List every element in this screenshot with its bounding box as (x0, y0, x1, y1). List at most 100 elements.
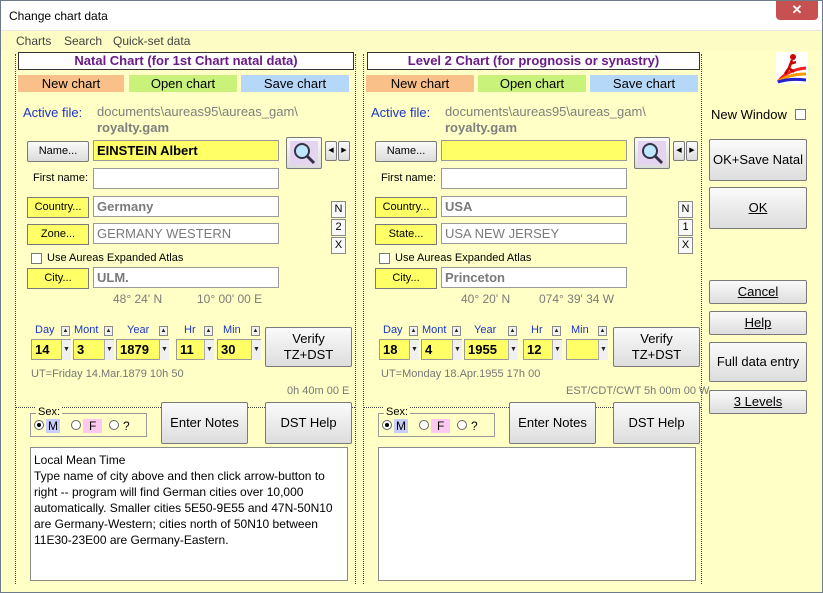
full-data-entry-button[interactable]: Full data entry (709, 342, 807, 382)
level2-search-button[interactable] (634, 137, 670, 169)
level2-minute-up-spin[interactable]: ▲ (598, 326, 607, 336)
natal-hour-dropdown[interactable]: ▼ (204, 340, 214, 360)
natal-verify-line2: TZ+DST (283, 347, 334, 362)
natal-city-button[interactable]: City... (27, 268, 89, 289)
cancel-button[interactable]: Cancel (709, 280, 807, 304)
level2-sex-label: Sex: (384, 406, 411, 418)
natal-first-name-field[interactable] (93, 168, 279, 189)
level2-day-dropdown[interactable]: ▼ (409, 340, 419, 360)
level2-country-button[interactable]: Country... (375, 197, 437, 218)
natal-notes-area[interactable]: Local Mean Time Type name of city above … (30, 447, 348, 581)
level2-new-chart-button[interactable]: New chart (366, 75, 474, 92)
ok-save-natal-button[interactable]: OK+Save Natal (709, 139, 807, 181)
menu-quick-set-data[interactable]: Quick-set data (113, 34, 190, 48)
natal-day-up-spin[interactable]: ▲ (61, 326, 70, 336)
natal-atlas-checkbox[interactable] (31, 253, 42, 264)
window-title: Change chart data (9, 9, 108, 23)
natal-name-button[interactable]: Name... (27, 141, 89, 162)
level2-notes-area[interactable] (378, 447, 696, 581)
new-window-checkbox[interactable] (795, 109, 806, 120)
level2-panel-title: Level 2 Chart (for prognosis or synastry… (367, 52, 700, 70)
level2-month-up-spin[interactable]: ▲ (452, 326, 461, 336)
level2-save-chart-button[interactable]: Save chart (590, 75, 698, 92)
menu-charts[interactable]: Charts (16, 34, 51, 48)
level2-name-field[interactable] (441, 140, 627, 161)
level2-next-arrow[interactable]: ▶ (686, 141, 698, 161)
magnifier-icon (290, 141, 318, 165)
natal-next-arrow[interactable]: ▶ (338, 141, 350, 161)
natal-day-dropdown[interactable]: ▼ (61, 340, 71, 360)
natal-city-field[interactable]: ULM. (93, 267, 279, 288)
natal-sex-m-label: M (46, 419, 60, 433)
level2-enter-notes-button[interactable]: Enter Notes (509, 402, 596, 444)
level2-name-button[interactable]: Name... (375, 141, 437, 162)
natal-year-up-spin[interactable]: ▲ (159, 326, 168, 336)
natal-dst-help-button[interactable]: DST Help (265, 402, 352, 444)
natal-latitude: 48° 24' N (113, 292, 163, 306)
natal-zone-button[interactable]: Zone... (27, 224, 89, 245)
level2-state-field[interactable]: USA NEW JERSEY (441, 223, 627, 244)
level2-hour-up-spin[interactable]: ▲ (552, 326, 561, 336)
level2-latitude: 40° 20' N (461, 292, 511, 306)
natal-sex-f-radio[interactable] (71, 420, 81, 430)
level2-open-chart-button[interactable]: Open chart (478, 75, 586, 92)
natal-name-field[interactable]: EINSTEIN Albert (93, 140, 279, 161)
natal-month-up-spin[interactable]: ▲ (104, 326, 113, 336)
menu-search[interactable]: Search (64, 34, 102, 48)
level2-state-button[interactable]: State... (375, 224, 437, 245)
help-button[interactable]: Help (709, 311, 807, 335)
natal-country-button[interactable]: Country... (27, 197, 89, 218)
level2-day-up-spin[interactable]: ▲ (409, 326, 418, 336)
natal-zone-field[interactable]: GERMANY WESTERN (93, 223, 279, 244)
level2-prev-arrow[interactable]: ◀ (673, 141, 685, 161)
natal-x-button[interactable]: X (331, 237, 346, 254)
natal-active-file-label: Active file: (23, 105, 83, 120)
divider (701, 54, 702, 584)
natal-enter-notes-button[interactable]: Enter Notes (161, 402, 248, 444)
level2-year-up-spin[interactable]: ▲ (508, 326, 517, 336)
level2-atlas-label: Use Aureas Expanded Atlas (395, 252, 532, 264)
natal-hour-up-spin[interactable]: ▲ (204, 326, 213, 336)
level2-sex-f-radio[interactable] (419, 420, 429, 430)
level2-first-name-field[interactable] (441, 168, 627, 189)
level2-minute-dropdown[interactable]: ▼ (598, 340, 608, 360)
level2-year-dropdown[interactable]: ▼ (508, 340, 518, 360)
natal-country-field[interactable]: Germany (93, 196, 279, 217)
level2-month-dropdown[interactable]: ▼ (452, 340, 462, 360)
level2-n-button[interactable]: N (678, 201, 693, 218)
level2-sex-m-radio[interactable] (382, 420, 392, 430)
natal-sex-unknown-radio[interactable] (109, 420, 119, 430)
natal-minute-dropdown[interactable]: ▼ (251, 340, 261, 360)
level2-dst-help-button[interactable]: DST Help (613, 402, 700, 444)
app-logo-icon (776, 52, 808, 84)
menu-bar: Charts Search Quick-set data (1, 31, 822, 50)
close-button[interactable]: ✕ (776, 1, 818, 20)
divider (15, 54, 16, 584)
level2-country-field[interactable]: USA (441, 196, 627, 217)
ok-button[interactable]: OK (709, 187, 807, 229)
level2-sex-f-label: F (431, 419, 451, 433)
level2-atlas-checkbox[interactable] (379, 253, 390, 264)
natal-minute-label: Min (223, 324, 241, 336)
level2-city-field[interactable]: Princeton (441, 267, 627, 288)
natal-sex-m-radio[interactable] (34, 420, 44, 430)
natal-month-dropdown[interactable]: ▼ (104, 340, 114, 360)
natal-open-chart-button[interactable]: Open chart (129, 75, 237, 92)
natal-save-chart-button[interactable]: Save chart (241, 75, 349, 92)
three-levels-button[interactable]: 3 Levels (709, 390, 807, 414)
natal-year-dropdown[interactable]: ▼ (159, 340, 169, 360)
natal-new-chart-button[interactable]: New chart (18, 75, 124, 92)
natal-n-button[interactable]: N (331, 201, 346, 218)
natal-prev-arrow[interactable]: ◀ (325, 141, 337, 161)
level2-sex-unknown-radio[interactable] (457, 420, 467, 430)
level2-city-button[interactable]: City... (375, 268, 437, 289)
natal-verify-tz-button[interactable]: Verify TZ+DST (265, 327, 352, 367)
natal-minute-up-spin[interactable]: ▲ (251, 326, 260, 336)
level2-x-button[interactable]: X (678, 237, 693, 254)
level2-level-button[interactable]: 1 (678, 219, 693, 236)
natal-search-button[interactable] (286, 137, 322, 169)
level2-offset-text: EST/CDT/CWT 5h 00m 00 W (566, 385, 710, 397)
level2-verify-tz-button[interactable]: Verify TZ+DST (613, 327, 700, 367)
level2-hour-dropdown[interactable]: ▼ (552, 340, 562, 360)
natal-level-button[interactable]: 2 (331, 219, 346, 236)
